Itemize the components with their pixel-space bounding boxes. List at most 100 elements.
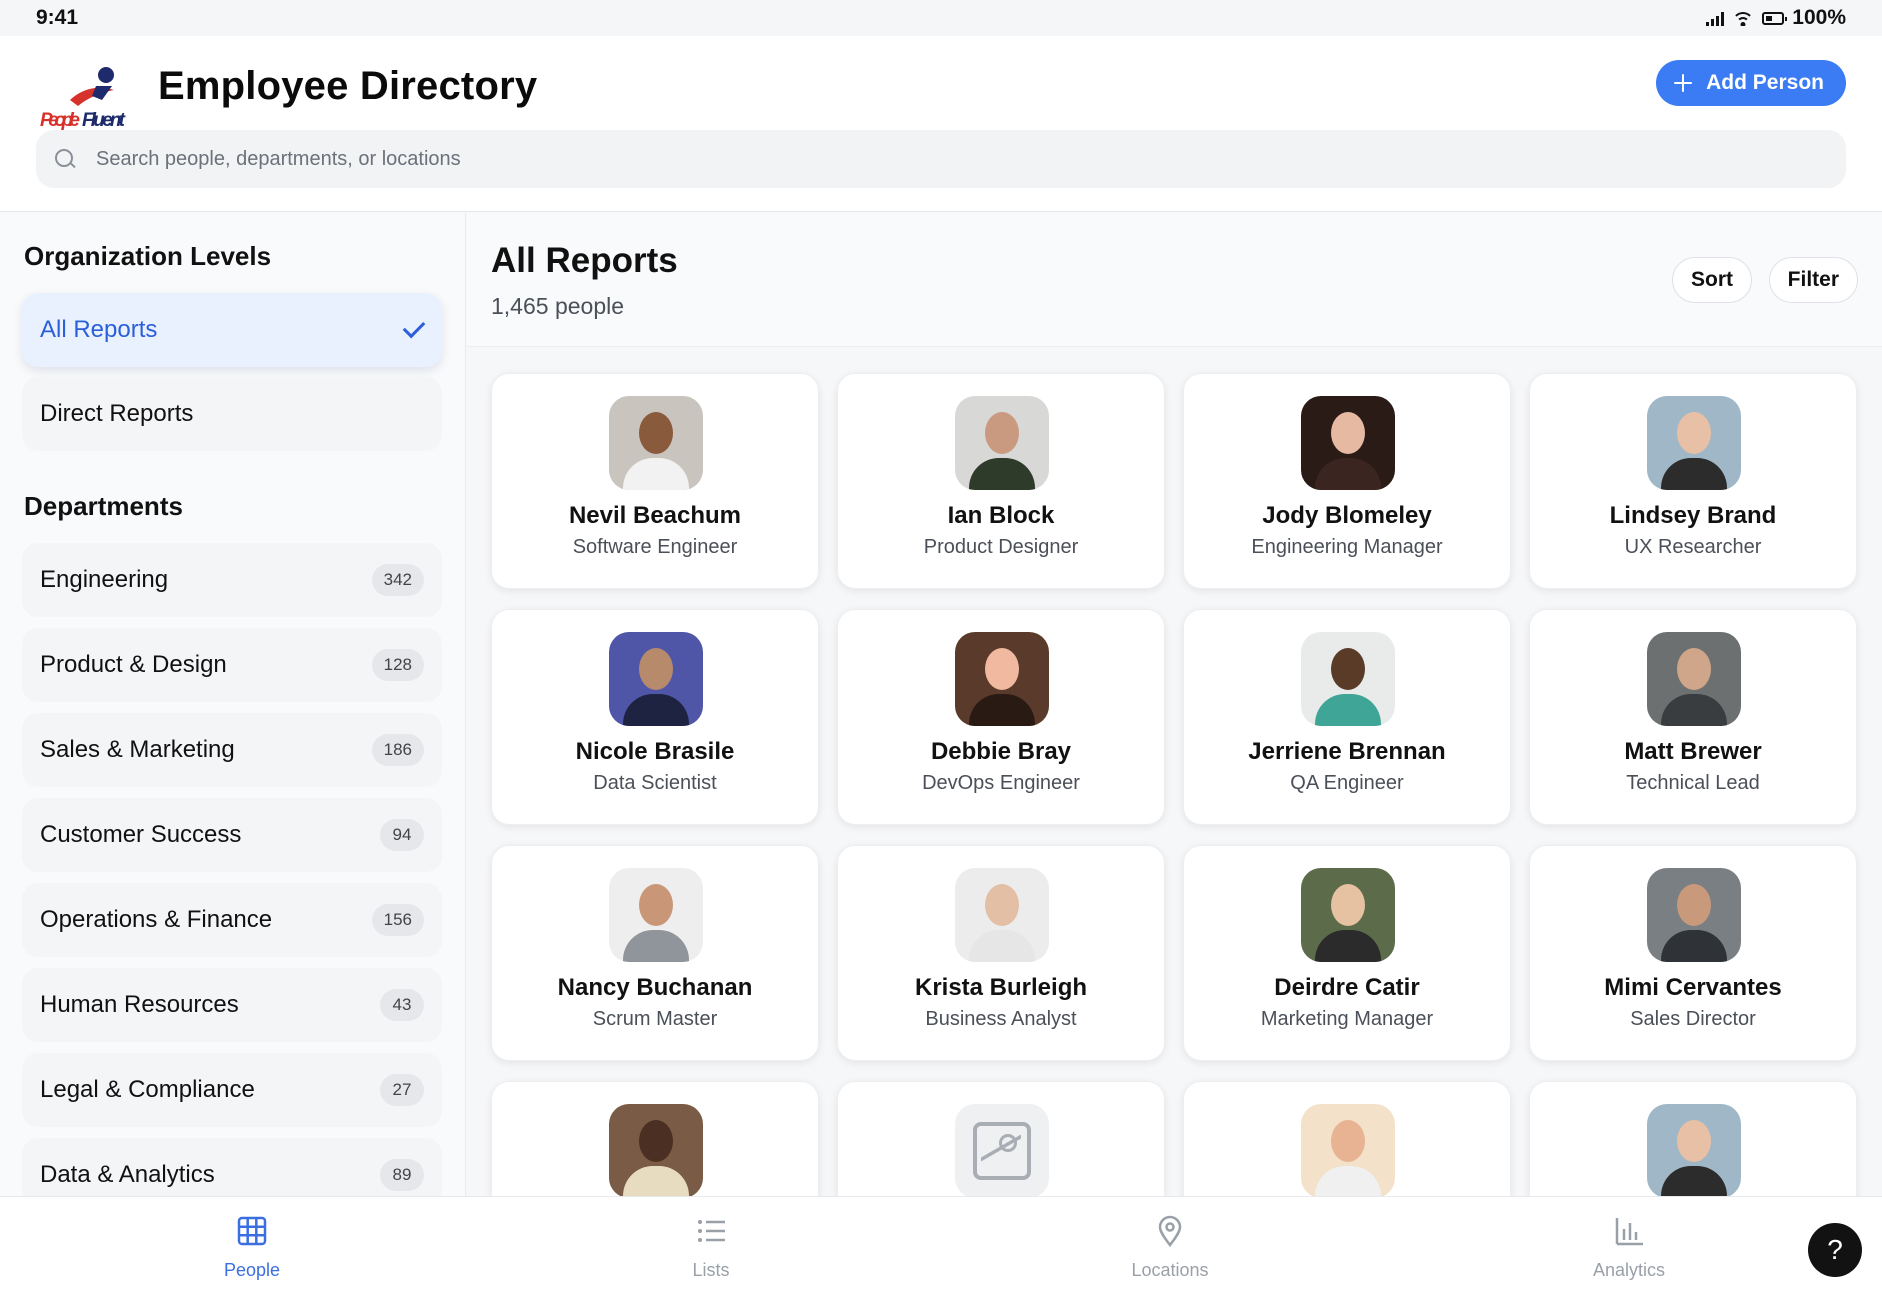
sidebar: Organization Levels All Reports Direct R… [0,213,466,1196]
avatar [1647,632,1741,726]
person-card[interactable] [1183,1081,1511,1196]
person-role: Scrum Master [592,1008,718,1030]
tab-people[interactable]: People [152,1215,352,1281]
department-label: Customer Success [40,821,242,848]
avatar [1301,632,1395,726]
person-name: Jody Blomeley [1262,502,1432,529]
department-label: Sales & Marketing [40,736,235,763]
person-name: Nancy Buchanan [557,974,753,1001]
svg-text:Fluent: Fluent [82,110,126,131]
status-icons: 100% [1706,6,1846,30]
avatar [955,632,1049,726]
department-count-badge: 342 [371,564,424,596]
wifi-icon [1732,10,1755,26]
department-item-data-analytics[interactable]: Data & Analytics 89 [22,1138,442,1196]
app-title: Employee Directory [158,64,538,108]
person-role: Business Analyst [925,1008,1077,1030]
person-card[interactable] [1529,1081,1857,1196]
person-name: Ian Block [947,502,1055,529]
person-card[interactable] [837,1081,1165,1196]
organization-levels-heading: Organization Levels [24,241,272,271]
person-role: Marketing Manager [1260,1008,1434,1030]
person-name: Debbie Bray [930,738,1072,765]
person-role: Software Engineer [572,536,738,558]
status-time: 9:41 [36,6,79,29]
search-input[interactable] [96,147,1846,171]
person-name: Nicole Brasile [575,738,735,765]
person-card[interactable]: Debbie Bray DevOps Engineer [837,609,1165,825]
person-card[interactable]: Nancy Buchanan Scrum Master [491,845,819,1061]
avatar [1647,868,1741,962]
sort-button[interactable]: Sort [1672,257,1752,303]
person-name: Krista Burleigh [914,974,1088,1001]
level-item-all-reports[interactable]: All Reports [22,293,442,367]
tab-lists[interactable]: Lists [611,1215,811,1281]
department-item-human-resources[interactable]: Human Resources 43 [22,968,442,1042]
checkmark-icon [402,315,426,339]
department-item-operations-finance[interactable]: Operations & Finance 156 [22,883,442,957]
person-card[interactable]: Nicole Brasile Data Scientist [491,609,819,825]
department-item-product-design[interactable]: Product & Design 128 [22,628,442,702]
avatar [1301,396,1395,490]
person-card[interactable]: Ian Block Product Designer [837,373,1165,589]
avatar [1301,868,1395,962]
person-name: Lindsey Brand [1609,502,1777,529]
tab-analytics[interactable]: Analytics [1529,1215,1729,1281]
department-count-badge: 89 [380,1159,424,1191]
main-content: All Reports 1,465 people Sort Filter Nev… [467,213,1882,1196]
list-header: All Reports 1,465 people Sort Filter [467,213,1882,347]
person-card[interactable]: Nevil Beachum Software Engineer [491,373,819,589]
department-item-legal-compliance[interactable]: Legal & Compliance 27 [22,1053,442,1127]
search-bar[interactable] [36,130,1846,188]
status-bar: 9:41 100% [0,0,1882,36]
avatar [609,1104,703,1196]
person-role: Product Designer [923,536,1079,558]
person-name: Jerriene Brennan [1248,738,1446,765]
person-role: Engineering Manager [1251,536,1443,558]
level-label: All Reports [40,316,158,343]
department-count-badge: 156 [371,904,424,936]
person-role: Sales Director [1630,1008,1756,1030]
tab-label: Locations [1131,1260,1209,1280]
tab-label: Analytics [1592,1260,1666,1280]
tab-bar: People Lists Locations Analytics ? [0,1196,1882,1296]
battery-icon [1762,11,1788,25]
avatar [1647,1104,1741,1196]
department-count-badge: 43 [380,989,424,1021]
person-role: DevOps Engineer [922,772,1080,794]
add-person-button[interactable]: Add Person [1656,60,1846,106]
person-role: Data Scientist [593,772,717,794]
person-card[interactable]: Krista Burleigh Business Analyst [837,845,1165,1061]
avatar [955,396,1049,490]
person-role: UX Researcher [1624,536,1762,558]
department-item-engineering[interactable]: Engineering 342 [22,543,442,617]
level-item-direct-reports[interactable]: Direct Reports [22,377,442,451]
map-pin-icon [1158,1215,1182,1248]
app-header: People Fluent Employee Directory Add Per… [0,36,1882,212]
departments-heading: Departments [24,491,183,521]
bar-chart-icon [1615,1218,1643,1246]
person-card[interactable]: Matt Brewer Technical Lead [1529,609,1857,825]
person-card[interactable]: Mimi Cervantes Sales Director [1529,845,1857,1061]
avatar [609,632,703,726]
department-item-customer-success[interactable]: Customer Success 94 [22,798,442,872]
person-card[interactable]: Jerriene Brennan QA Engineer [1183,609,1511,825]
department-label: Product & Design [40,651,227,678]
person-card[interactable] [491,1081,819,1196]
help-button[interactable]: ? [1808,1223,1862,1277]
tab-label: People [223,1260,281,1280]
department-count-badge: 94 [380,819,424,851]
tab-locations[interactable]: Locations [1070,1215,1270,1281]
tab-label: Lists [692,1260,730,1280]
department-count-badge: 186 [371,734,424,766]
person-card[interactable]: Lindsey Brand UX Researcher [1529,373,1857,589]
grid-icon [237,1216,267,1246]
person-card[interactable]: Deirdre Catir Marketing Manager [1183,845,1511,1061]
avatar [955,868,1049,962]
avatar [609,868,703,962]
department-item-sales-marketing[interactable]: Sales & Marketing 186 [22,713,442,787]
person-card[interactable]: Jody Blomeley Engineering Manager [1183,373,1511,589]
people-count: 1,465 people [491,293,625,319]
page-title: All Reports [491,241,678,280]
filter-button[interactable]: Filter [1768,257,1858,303]
